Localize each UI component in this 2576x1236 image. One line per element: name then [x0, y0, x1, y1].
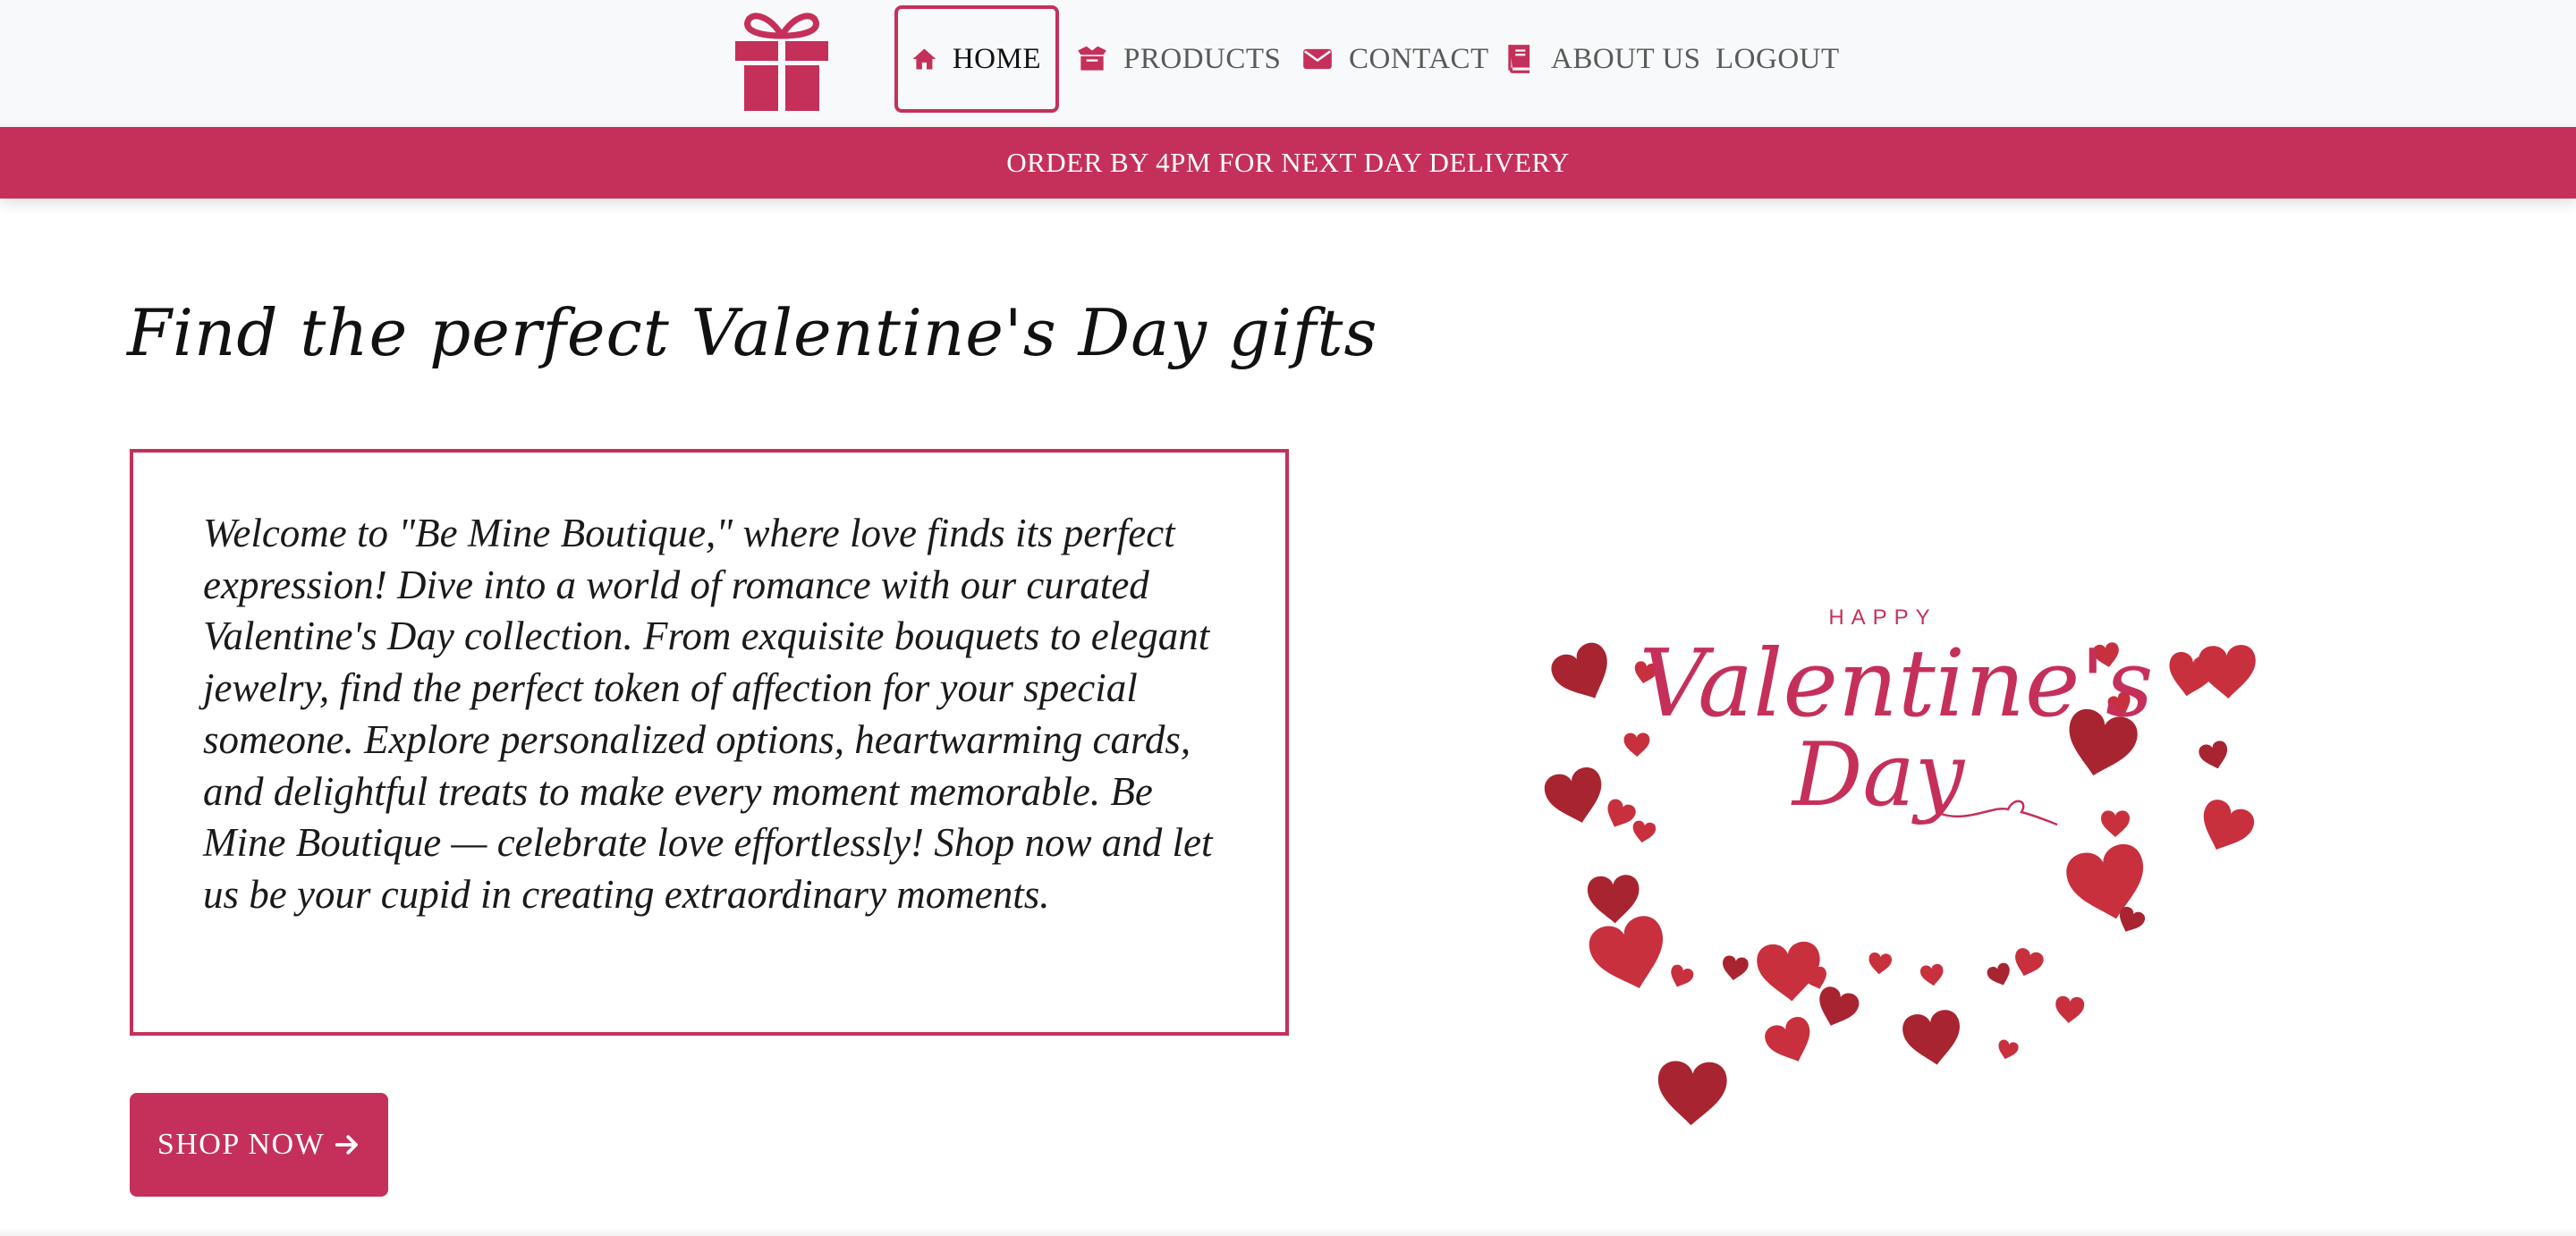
heart-icon: [1546, 638, 1622, 711]
box-icon: [1078, 46, 1106, 71]
nav-about-label: ABOUT US: [1551, 42, 1701, 75]
nav-logout-label: LOGOUT: [1716, 42, 1840, 75]
promo-text: ORDER BY 4PM FOR NEXT DAY DELIVERY: [1006, 147, 1570, 178]
top-navbar: HOME PRODUCTS CONTACT ABOUT US LOGOUT: [0, 0, 2576, 127]
heart-icon: [1985, 961, 2014, 989]
heart-icon: [1811, 984, 1862, 1033]
heart-icon: [2197, 739, 2233, 773]
day-text: Day: [1791, 724, 1966, 826]
nav-logout[interactable]: LOGOUT: [1716, 5, 1840, 113]
heart-icon: [1761, 1013, 1820, 1071]
gift-icon[interactable]: [732, 9, 832, 111]
valentines-text: Valentine's: [1640, 629, 2154, 738]
heart-icon: [1665, 962, 1696, 992]
shop-now-button[interactable]: SHOP NOW: [130, 1093, 388, 1197]
nav-home-label: HOME: [952, 42, 1041, 75]
book-icon: [1508, 45, 1530, 73]
heart-icon: [1601, 797, 1639, 833]
heart-icon: [1584, 911, 1675, 999]
heart-icon: [2010, 946, 2046, 980]
heart-icon: [1720, 954, 1750, 983]
heart-icon: [1630, 819, 1657, 845]
promo-banner: ORDER BY 4PM FOR NEXT DAY DELIVERY: [0, 127, 2576, 199]
shop-now-label: SHOP NOW: [157, 1128, 326, 1161]
welcome-text: Welcome to "Be Mine Boutique," where lov…: [203, 511, 1213, 917]
happy-text: HAPPY: [1828, 605, 1936, 630]
heart-icon: [1657, 1060, 1728, 1127]
valentines-day-illustration: HAPPY Valentine's Day: [1541, 605, 2258, 1127]
home-icon: [912, 48, 936, 70]
nav-products[interactable]: PRODUCTS: [1075, 5, 1281, 113]
heart-icon: [2101, 810, 2130, 837]
nav-contact[interactable]: CONTACT: [1301, 5, 1489, 113]
heart-icon: [1995, 1038, 2020, 1062]
nav-products-label: PRODUCTS: [1123, 42, 1282, 75]
nav-about[interactable]: ABOUT US: [1503, 5, 1701, 113]
heart-icon: [2054, 995, 2085, 1025]
heart-icon: [2198, 644, 2258, 700]
welcome-box: Welcome to "Be Mine Boutique," where lov…: [130, 449, 1289, 1036]
nav-contact-label: CONTACT: [1349, 42, 1489, 75]
heart-icon: [1900, 1007, 1966, 1070]
heart-icon: [1541, 764, 1610, 830]
page-bottom-shadow: [0, 1227, 2576, 1236]
page-title: Find the perfect Valentine's Day gifts: [127, 295, 1378, 370]
heart-icon: [1919, 963, 1945, 987]
nav-home[interactable]: HOME: [894, 5, 1059, 113]
heart-icon: [1587, 874, 1641, 925]
heart-icon: [1867, 952, 1893, 976]
envelope-icon: [1303, 48, 1332, 70]
heart-icon: [2192, 795, 2258, 859]
arrow-right-icon: [335, 1135, 359, 1155]
